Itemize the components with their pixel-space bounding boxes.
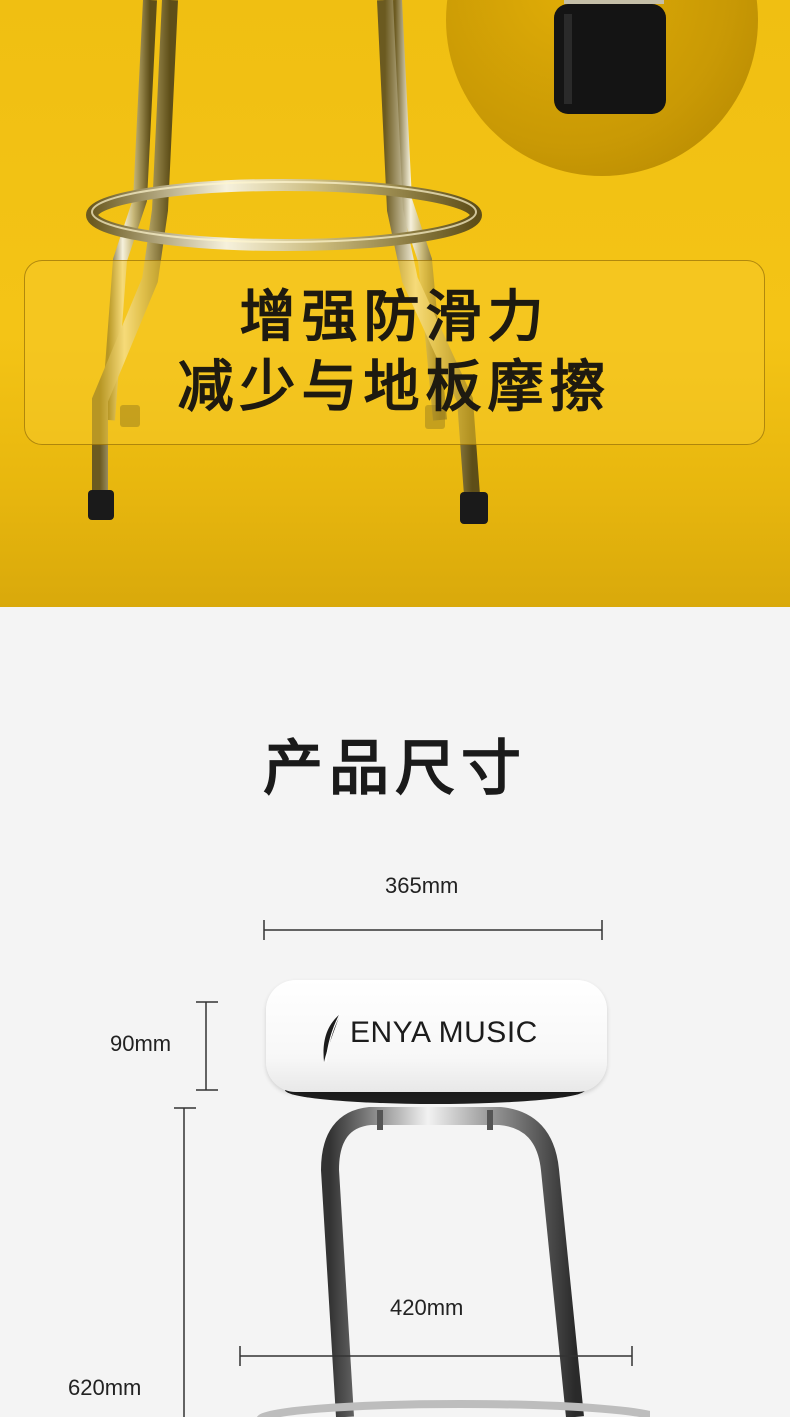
headline-line1: 增强防滑力 <box>239 285 550 350</box>
seat-thickness-dimension-line <box>196 1001 218 1091</box>
brand-logo-text: ENYA MUSIC <box>350 1016 538 1049</box>
brand-feather-icon <box>323 1013 341 1063</box>
base-width-dimension-line <box>239 1346 633 1366</box>
seat-width-label: 365mm <box>385 873 459 898</box>
base-width-label: 420mm <box>390 1295 464 1320</box>
anti-slip-banner: 增强防滑力 减少与地板摩擦 <box>24 260 765 445</box>
seat-width-dimension-line <box>263 920 603 940</box>
height-label: 620mm <box>68 1375 142 1400</box>
hero-section: 增强防滑力 减少与地板摩擦 <box>0 0 790 607</box>
foot-closeup-image <box>446 0 758 176</box>
headline-line2: 减少与地板摩擦 <box>177 355 612 420</box>
seat-thickness-label: 90mm <box>110 1031 172 1056</box>
height-dimension-line <box>174 1107 196 1417</box>
section-title: 产品尺寸 <box>263 734 527 804</box>
